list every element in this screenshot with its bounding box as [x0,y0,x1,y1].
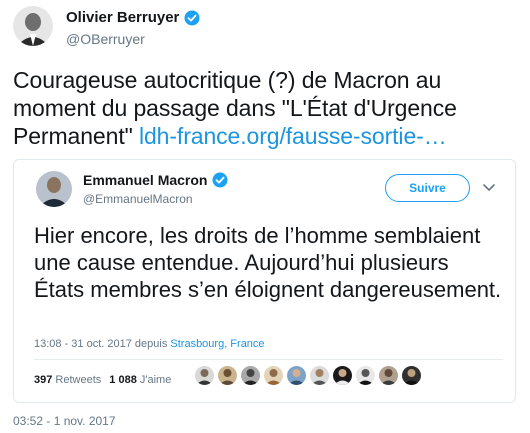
liker-avatar[interactable] [356,366,375,385]
liker-avatar[interactable] [218,366,237,385]
tweet-text: Courageuse autocritique (?) de Macron au… [13,66,518,150]
liker-avatar[interactable] [241,366,260,385]
author-name[interactable]: Olivier Berruyer [66,9,200,26]
quoted-author-name-text[interactable]: Emmanuel Macron [83,172,207,188]
chevron-down-icon[interactable] [482,180,496,194]
retweets-label: Retweets [55,374,102,386]
quoted-author-avatar[interactable] [36,171,72,207]
liker-avatar[interactable] [333,366,352,385]
liker-avatar[interactable] [264,366,283,385]
likes-count: 1 088 [109,374,137,386]
quoted-tweet-text: Hier encore, les droits de l’homme sembl… [34,223,502,302]
quoted-author-name[interactable]: Emmanuel Macron [83,172,228,188]
liker-avatar[interactable] [195,366,214,385]
likers-avatars [195,366,421,385]
author-handle[interactable]: @OBerruyer [66,31,145,47]
author-name-text[interactable]: Olivier Berruyer [66,9,179,26]
liker-avatar[interactable] [287,366,306,385]
verified-badge-icon [184,10,200,26]
liker-avatar[interactable] [310,366,329,385]
quoted-tweet-meta: 13:08 - 31 oct. 2017 depuis Strasbourg, … [34,338,265,350]
tweet-link[interactable]: ldh-france.org/fausse-sortie-… [139,123,447,149]
likes-label: J'aime [139,374,172,386]
quoted-author-handle[interactable]: @EmmanuelMacron [83,192,193,206]
author-avatar[interactable] [13,6,53,46]
divider [34,359,503,360]
quoted-tweet-card[interactable]: Emmanuel Macron @EmmanuelMacron Suivre H… [13,159,516,403]
quoted-tweet-stats: 397 Retweets 1 088 J'aime [34,374,171,386]
retweets-count: 397 [34,374,53,386]
follow-button[interactable]: Suivre [385,174,470,202]
likes-stat[interactable]: 1 088 J'aime [109,374,171,386]
verified-badge-icon [212,172,228,188]
quoted-tweet-time[interactable]: 13:08 - 31 oct. 2017 depuis [34,338,170,350]
liker-avatar[interactable] [402,366,421,385]
liker-avatar[interactable] [379,366,398,385]
tweet-timestamp[interactable]: 03:52 - 1 nov. 2017 [13,414,116,428]
quoted-tweet-location[interactable]: Strasbourg, France [170,338,264,350]
retweets-stat[interactable]: 397 Retweets [34,374,101,386]
